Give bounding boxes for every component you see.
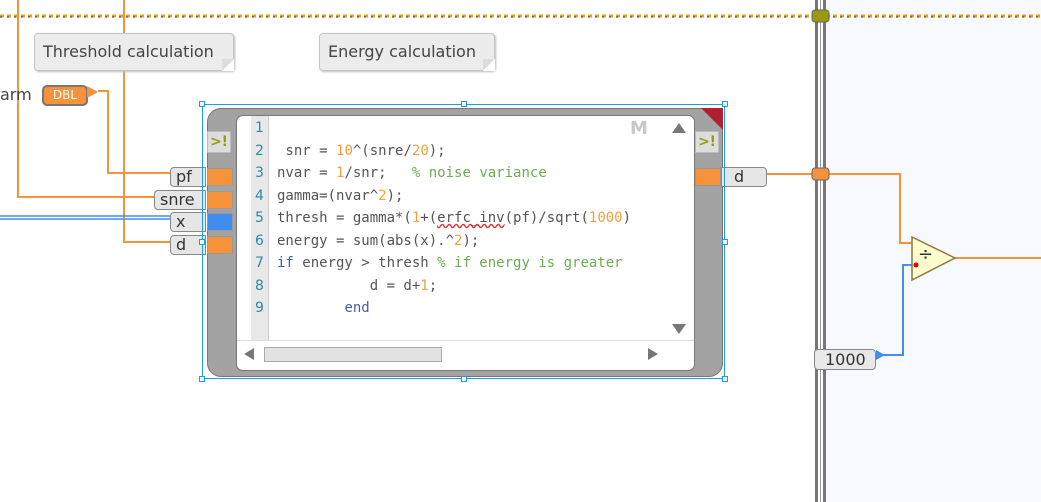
selection-outline [202,104,725,379]
divide-icon: ÷ [918,244,934,265]
input-terminal-snre[interactable]: snre [154,190,206,210]
pf-wire[interactable] [98,90,170,174]
d-output-wire[interactable] [767,173,912,244]
loop-border-left [815,0,818,502]
dbl-constant[interactable]: DBL [42,85,88,106]
input-terminal-d[interactable]: d [170,235,206,255]
numeric-constant-1000[interactable]: 1000 [814,349,876,370]
loop-border-right [823,0,826,502]
constant-arrow-icon [876,350,885,360]
energy-calculation-comment[interactable]: Energy calculation [319,33,495,71]
dbl-arrow-icon [87,86,98,98]
output-terminal-d[interactable]: d [721,167,767,187]
input-terminal-x[interactable]: x [170,212,206,232]
left-label: arm [0,85,32,104]
d-tunnel[interactable] [811,167,830,181]
input-terminal-pf[interactable]: pf [170,167,206,187]
error-tunnel[interactable] [811,9,830,23]
constant-wire [876,264,912,356]
threshold-calculation-comment[interactable]: Threshold calculation [34,33,234,71]
